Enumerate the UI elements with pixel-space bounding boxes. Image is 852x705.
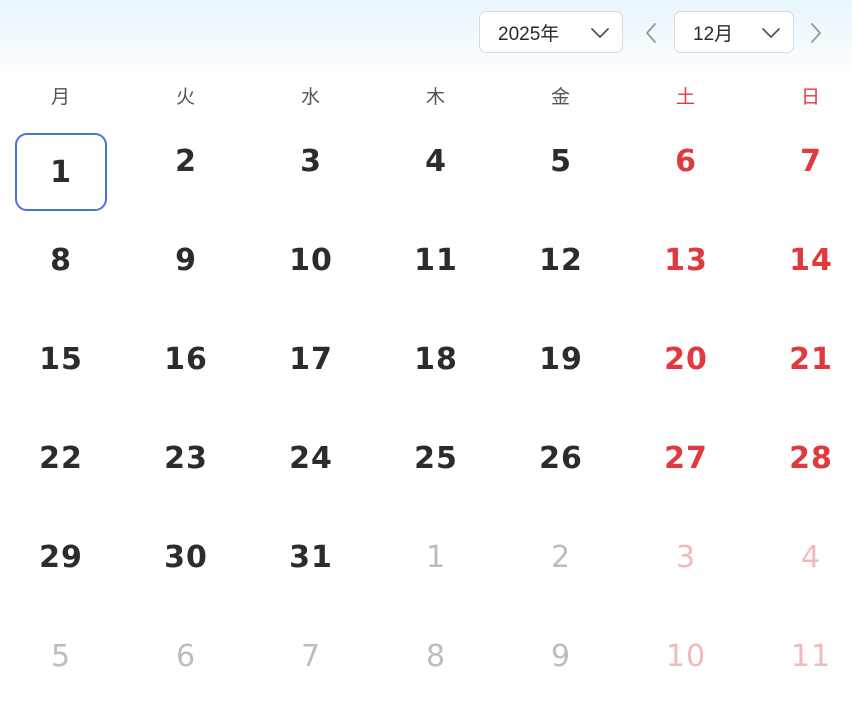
calendar-header: 2025年 12月 (0, 0, 852, 78)
day-cell[interactable]: 9 (140, 221, 232, 299)
day-cell-next-month[interactable]: 6 (140, 617, 232, 695)
day-cell-next-month[interactable]: 10 (640, 617, 732, 695)
day-cell[interactable]: 16 (140, 320, 232, 398)
year-select[interactable]: 2025年 (479, 11, 623, 53)
day-cell[interactable]: 18 (390, 320, 482, 398)
day-cell[interactable]: 31 (265, 518, 357, 596)
weekday-header-sat: 土 (675, 86, 695, 108)
chevron-left-icon[interactable] (642, 22, 660, 44)
day-cell[interactable]: 1 (15, 133, 107, 211)
day-cell[interactable]: 3 (265, 122, 357, 200)
day-cell[interactable]: 5 (515, 122, 607, 200)
day-cell[interactable]: 11 (390, 221, 482, 299)
day-cell-next-month[interactable]: 2 (515, 518, 607, 596)
day-cell-next-month[interactable]: 8 (390, 617, 482, 695)
day-cell-next-month[interactable]: 9 (515, 617, 607, 695)
year-select-value: 2025年 (498, 23, 560, 45)
day-cell[interactable]: 25 (390, 419, 482, 497)
day-cell[interactable]: 26 (515, 419, 607, 497)
day-cell[interactable]: 8 (15, 221, 107, 299)
weekday-header-fri: 金 (550, 86, 570, 108)
day-cell[interactable]: 19 (515, 320, 607, 398)
weekday-header-mon: 月 (50, 86, 70, 108)
day-cell-next-month[interactable]: 4 (765, 518, 852, 596)
weekday-header-thu: 木 (425, 86, 445, 108)
weekday-header-wed: 水 (300, 86, 320, 108)
day-cell[interactable]: 29 (15, 518, 107, 596)
day-cell[interactable]: 2 (140, 122, 232, 200)
day-cell[interactable]: 13 (640, 221, 732, 299)
day-cell[interactable]: 24 (265, 419, 357, 497)
day-cell-next-month[interactable]: 1 (390, 518, 482, 596)
day-cell[interactable]: 7 (765, 122, 852, 200)
chevron-down-icon (762, 28, 780, 38)
day-cell[interactable]: 21 (765, 320, 852, 398)
day-cell[interactable]: 10 (265, 221, 357, 299)
day-cell-next-month[interactable]: 11 (765, 617, 852, 695)
day-cell[interactable]: 22 (15, 419, 107, 497)
weekday-header-sun: 日 (800, 86, 820, 108)
day-cell[interactable]: 23 (140, 419, 232, 497)
day-cell-next-month[interactable]: 7 (265, 617, 357, 695)
day-cell-next-month[interactable]: 5 (15, 617, 107, 695)
day-cell[interactable]: 17 (265, 320, 357, 398)
day-cell[interactable]: 12 (515, 221, 607, 299)
month-select-value: 12月 (693, 23, 734, 45)
day-cell[interactable]: 14 (765, 221, 852, 299)
weekday-header-tue: 火 (175, 86, 195, 108)
chevron-right-icon[interactable] (807, 22, 825, 44)
chevron-down-icon (591, 28, 609, 38)
day-cell[interactable]: 28 (765, 419, 852, 497)
day-cell-next-month[interactable]: 3 (640, 518, 732, 596)
month-select[interactable]: 12月 (674, 11, 794, 53)
day-cell[interactable]: 27 (640, 419, 732, 497)
day-cell[interactable]: 4 (390, 122, 482, 200)
day-cell[interactable]: 15 (15, 320, 107, 398)
day-cell[interactable]: 30 (140, 518, 232, 596)
day-cell[interactable]: 20 (640, 320, 732, 398)
day-cell[interactable]: 6 (640, 122, 732, 200)
